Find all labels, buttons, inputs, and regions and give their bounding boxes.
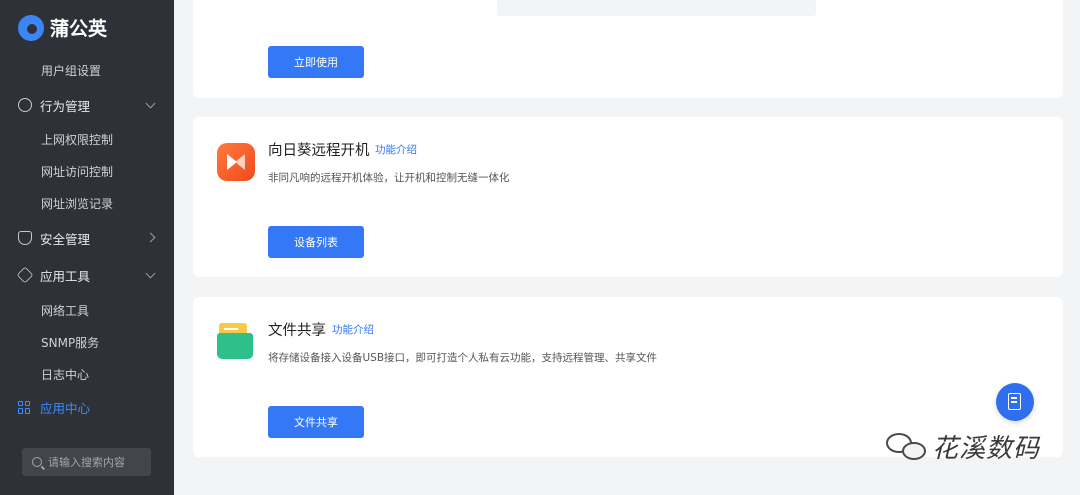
sidebar-group-behavior-management[interactable]: 行为管理 [0,90,174,120]
app-grid-icon [18,400,31,414]
chevron-down-icon [145,98,156,109]
app-description: 将存储设备接入设备USB接口，即可打造个人私有云功能，支持远程管理、共享文件 [268,352,658,364]
sidebar: 蒲公英 用户组设置 行为管理 上网权限控制 网址访问控制 网址浏览记录 安全管理… [0,0,174,495]
sunlogin-icon [217,143,255,181]
app-title: 文件共享 [268,323,326,339]
sidebar-item-label: 日志中心 [41,367,90,382]
hint-box [497,0,816,16]
shield-icon [18,231,32,245]
search-icon [32,457,42,467]
search-input[interactable] [48,455,143,469]
sidebar-item-log-center[interactable]: 日志中心 [0,359,174,389]
sidebar-group-app-tools[interactable]: 应用工具 [0,260,174,290]
watermark-text: 花溪数码 [932,434,1041,464]
sidebar-item-label: 网址浏览记录 [41,196,114,211]
cube-icon [16,266,34,284]
brand[interactable]: 蒲公英 [18,14,107,41]
sidebar-item-label: 网址访问控制 [41,164,114,179]
sidebar-item-url-browsing-log[interactable]: 网址浏览记录 [0,188,174,218]
sidebar-item-network-tools[interactable]: 网络工具 [0,295,174,325]
sidebar-item-label: 网络工具 [41,303,90,318]
sidebar-item-app-center[interactable]: 应用中心 [0,392,174,422]
folder-icon [217,323,255,361]
sidebar-group-security-management[interactable]: 安全管理 [0,223,174,253]
sidebar-item-label: 行为管理 [40,98,91,114]
chevron-right-icon [145,232,156,243]
sidebar-item-label: 上网权限控制 [41,132,114,147]
sidebar-item-internet-access-control[interactable]: 上网权限控制 [0,124,174,154]
app-card: 立即使用 [193,0,1063,98]
sidebar-item-label: 应用中心 [40,400,91,416]
link-icon [18,98,32,112]
dandelion-logo-icon [18,14,44,41]
chevron-down-icon [145,268,156,279]
sidebar-item-snmp-service[interactable]: SNMP服务 [0,327,174,357]
sidebar-item-url-access-control[interactable]: 网址访问控制 [0,156,174,186]
sidebar-item-label: 应用工具 [40,268,91,284]
document-edit-icon [1008,393,1021,410]
wechat-icon [884,429,932,465]
sidebar-item-label: 安全管理 [40,231,91,247]
sidebar-item-label: 用户组设置 [41,63,102,78]
feature-intro-link[interactable]: 功能介绍 [332,322,374,337]
sidebar-item-user-group-settings[interactable]: 用户组设置 [0,55,174,85]
feedback-fab[interactable] [996,383,1034,421]
use-now-button[interactable]: 立即使用 [268,46,364,78]
app-title: 向日葵远程开机 [268,143,370,159]
app-card-sunlogin: 向日葵远程开机 功能介绍 非同凡响的远程开机体验，让开机和控制无缝一体化 设备列… [193,117,1063,277]
file-share-button[interactable]: 文件共享 [268,406,364,438]
device-list-button[interactable]: 设备列表 [268,226,364,258]
watermark: 花溪数码 [884,428,1040,465]
feature-intro-link[interactable]: 功能介绍 [375,142,417,157]
brand-name: 蒲公英 [50,18,108,40]
app-description: 非同凡响的远程开机体验，让开机和控制无缝一体化 [268,172,510,184]
sidebar-item-label: SNMP服务 [41,335,100,350]
sidebar-search[interactable] [22,448,151,476]
